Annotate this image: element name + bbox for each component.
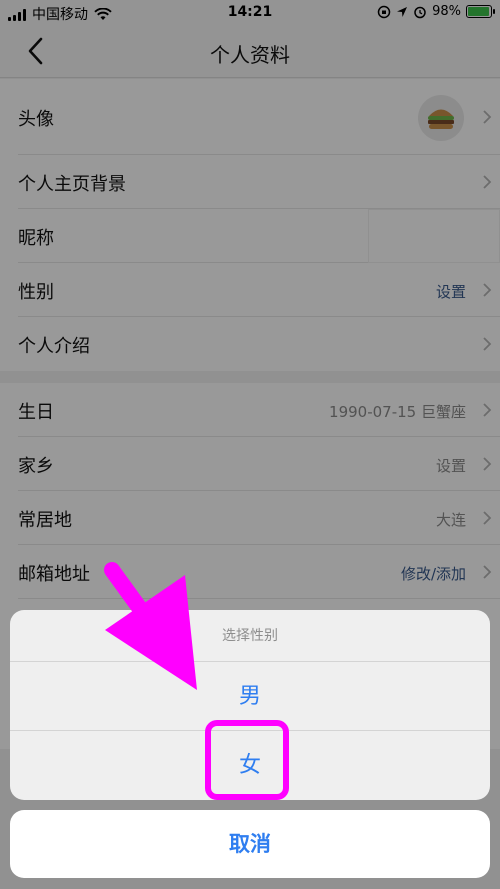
action-sheet-title: 选择性别 (10, 610, 490, 662)
profile-page: 中国移动 14:21 98% 个人资料 头像 个人主页背景 昵称 性别 设置 个… (0, 0, 500, 889)
watermark-logo: Bai 经验 (407, 855, 482, 876)
highlight-box (205, 720, 289, 800)
